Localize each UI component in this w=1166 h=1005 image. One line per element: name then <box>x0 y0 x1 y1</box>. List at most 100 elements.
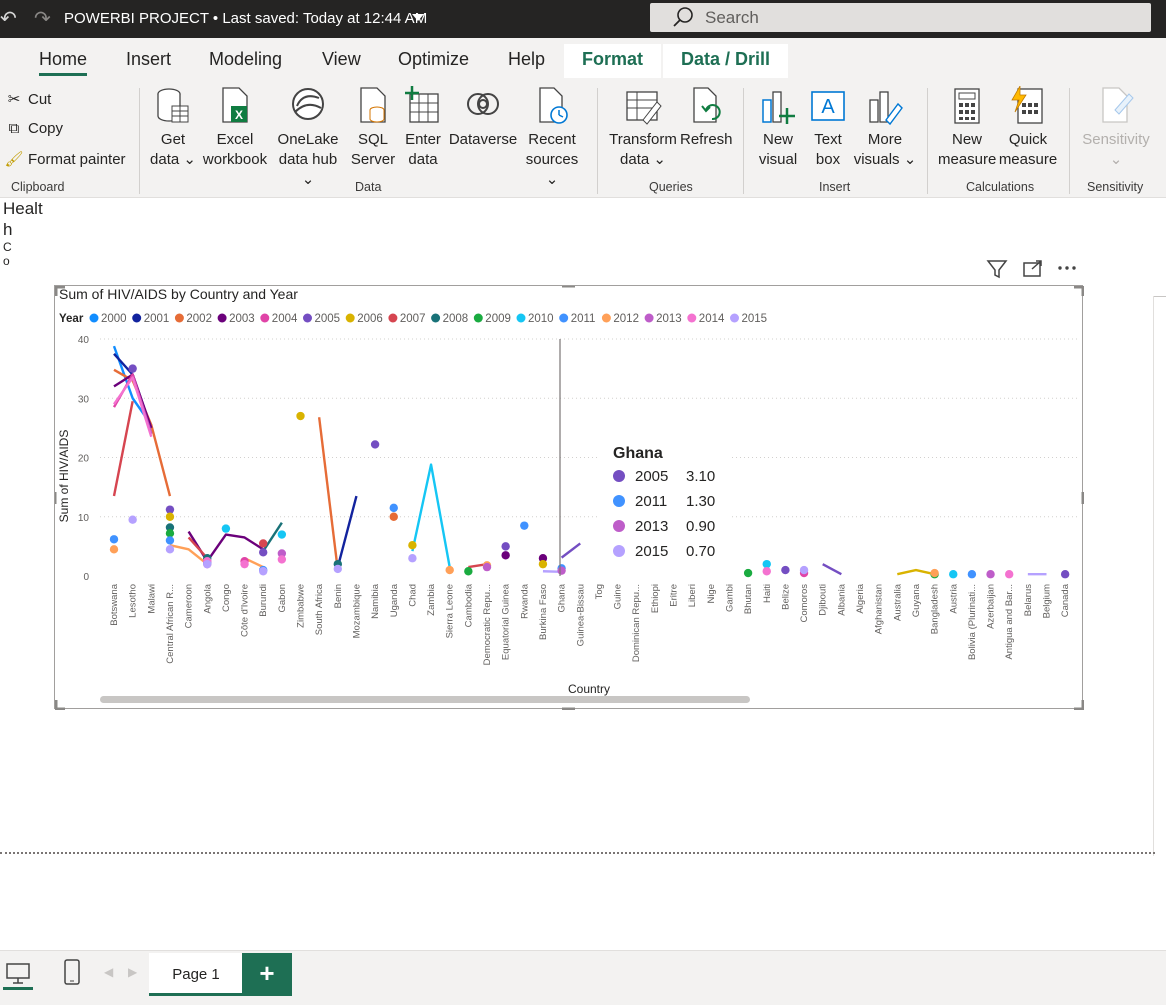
quick-measure-button[interactable]: Quick measure <box>998 86 1058 170</box>
format-painter-button[interactable]: 🖌 Format painter <box>4 150 125 168</box>
data-point-2006[interactable] <box>165 512 175 521</box>
data-point-2013[interactable] <box>482 562 492 572</box>
tab-help[interactable]: Help <box>508 49 545 70</box>
data-point-2009[interactable] <box>743 568 753 578</box>
data-point-2011[interactable] <box>520 521 529 530</box>
file-title[interactable]: POWERBI PROJECT • Last saved: Today at 1… <box>64 10 427 27</box>
data-point-2010[interactable] <box>221 524 231 533</box>
previous-page-icon[interactable]: ◀ <box>104 965 113 979</box>
desktop-view-icon[interactable] <box>4 959 32 987</box>
legend-item[interactable]: 2007 <box>400 313 426 325</box>
enter-data-button[interactable]: Enter data <box>400 86 446 170</box>
data-point-2015[interactable] <box>128 515 137 524</box>
horizontal-scrollbar[interactable] <box>100 696 750 703</box>
sensitivity-button[interactable]: Sensitivity ⌄ <box>1080 86 1152 170</box>
data-point-2014[interactable] <box>1005 570 1014 579</box>
legend-item[interactable]: 2004 <box>272 313 298 325</box>
data-point-2013[interactable] <box>557 566 566 575</box>
transform-data-button[interactable]: Transform data ⌄ <box>608 86 678 170</box>
mobile-view-icon[interactable] <box>58 957 86 987</box>
data-point-2010[interactable] <box>949 570 958 579</box>
data-point-2005[interactable] <box>259 548 268 557</box>
data-point-2015[interactable] <box>333 564 342 574</box>
filter-icon[interactable] <box>986 260 1008 279</box>
onelake-data-hub-button[interactable]: OneLake data hub ⌄ <box>272 86 344 190</box>
data-point-2011[interactable] <box>165 536 175 545</box>
redo-icon[interactable]: ↷ <box>34 6 51 31</box>
data-point-2011[interactable] <box>967 570 977 579</box>
data-point-2003[interactable] <box>501 551 510 560</box>
data-point-2015[interactable] <box>799 565 809 575</box>
data-point-2015[interactable] <box>408 554 417 563</box>
tab-modeling[interactable]: Modeling <box>209 49 282 70</box>
data-point-2013[interactable] <box>986 570 995 579</box>
legend-item[interactable]: 2014 <box>699 313 725 325</box>
legend-item[interactable]: 2012 <box>613 313 639 325</box>
excel-workbook-button[interactable]: X Excel workbook <box>200 86 270 170</box>
data-point-2002[interactable] <box>389 512 398 521</box>
legend-item[interactable]: 2002 <box>186 313 212 325</box>
legend-item[interactable]: 2010 <box>528 313 554 325</box>
legend-item[interactable]: 2008 <box>443 313 469 325</box>
resize-handles[interactable] <box>55 286 1084 710</box>
more-options-icon[interactable] <box>1058 266 1076 270</box>
cut-button[interactable]: ✂ Cut <box>4 90 52 108</box>
data-point-2007[interactable] <box>259 539 268 548</box>
tab-home[interactable]: Home <box>39 49 87 70</box>
data-point-2005[interactable] <box>781 565 790 575</box>
data-point-2010[interactable] <box>277 530 287 539</box>
dataverse-button[interactable]: Dataverse <box>448 86 518 150</box>
page-tab-page-1[interactable]: Page 1 <box>149 953 243 996</box>
legend-item[interactable]: 2001 <box>144 313 170 325</box>
data-point-2014[interactable] <box>240 559 249 569</box>
more-visuals-button[interactable]: More visuals ⌄ <box>852 86 918 170</box>
tab-view[interactable]: View <box>322 49 361 70</box>
tab-optimize[interactable]: Optimize <box>398 49 469 70</box>
tab-insert[interactable]: Insert <box>126 49 171 70</box>
sql-server-button[interactable]: SQL Server <box>350 86 396 170</box>
get-data-button[interactable]: Get data ⌄ <box>150 86 196 170</box>
data-point-2011[interactable] <box>389 503 398 513</box>
line-chart-visual[interactable]: Sum of HIV/AIDS by Country and Year Year… <box>54 285 1084 710</box>
data-point-2011[interactable] <box>109 535 119 544</box>
data-point-2006[interactable] <box>538 559 548 569</box>
data-point-2009[interactable] <box>464 567 473 576</box>
data-point-2015[interactable] <box>259 567 268 576</box>
tab-format[interactable]: Format <box>564 44 662 78</box>
focus-mode-icon[interactable] <box>1023 260 1042 277</box>
add-page-button[interactable]: + <box>242 953 292 996</box>
legend-item[interactable]: 2009 <box>485 313 511 325</box>
legend-item[interactable]: 2011 <box>571 313 596 325</box>
legend-item[interactable]: 2015 <box>742 313 768 325</box>
data-point-2005[interactable] <box>501 542 510 551</box>
tab-data-drill[interactable]: Data / Drill <box>663 44 789 78</box>
legend-item[interactable]: 2005 <box>315 313 341 325</box>
data-point-2012[interactable] <box>930 568 939 578</box>
data-point-2006[interactable] <box>296 411 305 421</box>
data-point-2014[interactable] <box>277 555 287 564</box>
data-point-2012[interactable] <box>109 545 119 554</box>
data-point-2014[interactable] <box>762 567 771 576</box>
legend-item[interactable]: 2013 <box>656 313 682 325</box>
undo-icon[interactable]: ↶ <box>0 6 17 31</box>
copy-button[interactable]: ⧉ Copy <box>4 120 63 137</box>
refresh-button[interactable]: Refresh <box>680 86 733 150</box>
data-point-2005[interactable] <box>1060 570 1070 579</box>
new-measure-button[interactable]: New measure <box>938 86 996 170</box>
data-point-2012[interactable] <box>445 565 454 575</box>
legend-item[interactable]: 2006 <box>357 313 383 325</box>
report-canvas[interactable]: Healt h C o Sum of HIV/AIDS by Country a… <box>0 198 1166 950</box>
data-point-2015[interactable] <box>203 559 212 569</box>
recent-sources-button[interactable]: Recent sources ⌄ <box>518 86 586 190</box>
data-point-2006[interactable] <box>408 540 417 550</box>
data-point-2005[interactable] <box>128 364 137 373</box>
text-box-button[interactable]: A Text box <box>806 86 850 170</box>
legend-item[interactable]: 2000 <box>101 313 127 325</box>
new-visual-button[interactable]: New visual <box>754 86 802 170</box>
chevron-down-icon[interactable] <box>412 14 424 21</box>
legend-item[interactable]: 2003 <box>229 313 255 325</box>
partial-textbox[interactable]: Healt h C o <box>3 198 43 268</box>
next-page-icon[interactable]: ▶ <box>128 965 137 979</box>
search-box[interactable]: Search <box>650 3 1151 32</box>
data-point-2005[interactable] <box>370 440 380 449</box>
